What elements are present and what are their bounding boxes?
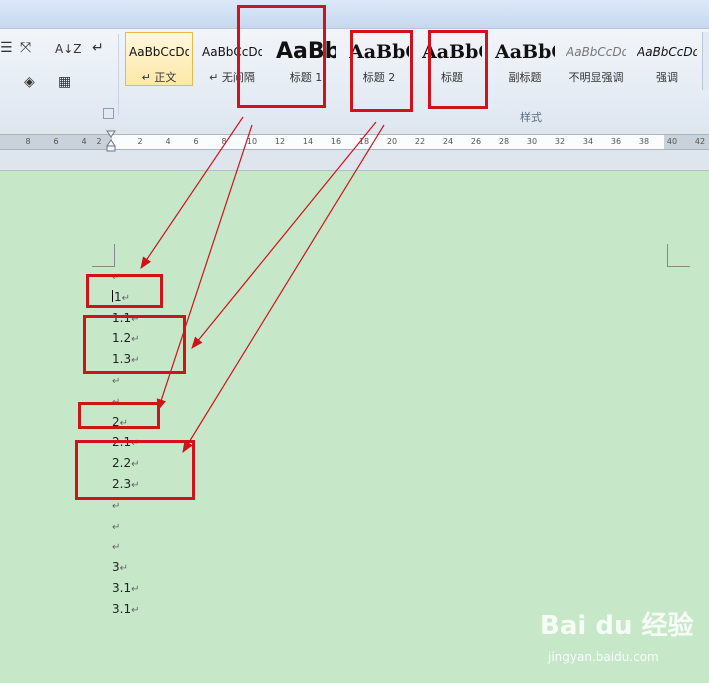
borders-icon[interactable]: ▦ (58, 74, 71, 90)
style-sample: AaBbCcDd (566, 45, 626, 59)
paragraph-mark-icon: ↵ (112, 376, 121, 387)
highlight-box-line-1 (86, 274, 163, 308)
ruler-tick-label: 30 (526, 137, 538, 146)
horizontal-ruler: 8 6 4 2 2 4 6 8 10 12 14 16 18 20 22 24 26 28 30 32 34 36 38 40… (0, 128, 709, 171)
paragraph-line[interactable]: ↵ (112, 539, 120, 553)
ruler-tick-label: 28 (498, 137, 510, 146)
ribbon-top-band (0, 0, 709, 29)
ruler-tick-label: 16 (330, 137, 342, 146)
watermark-logo: Bai du 经验 (540, 611, 694, 641)
paragraph-line[interactable]: ↵ (112, 373, 120, 387)
highlight-box-title (428, 30, 488, 109)
paragraph-line[interactable]: 3.1↵ (112, 581, 139, 595)
watermark-url: jingyan.baidu.com (548, 650, 659, 664)
ruler-tick-label: 34 (582, 137, 594, 146)
ruler-tick-label: 18 (358, 137, 370, 146)
ruler-tick-label: 20 (386, 137, 398, 146)
margin-corner-right (667, 244, 690, 267)
ruler-tick-label: 6 (53, 137, 59, 146)
paragraph-text: 3.1 (112, 601, 132, 616)
paragraph-mark-icon: ↵ (112, 542, 121, 554)
style-tile[interactable]: AaBbCcDd 不明显强调 (562, 32, 630, 86)
paragraph-line[interactable]: ↵ (112, 519, 120, 533)
style-sample: AaBbCcDd (129, 45, 189, 59)
ruler-tick-label: 36 (610, 137, 622, 146)
ruler-tick-label: 26 (470, 137, 482, 146)
ruler-tick-label: 6 (193, 137, 199, 146)
ruler-tick-label: 2 (137, 137, 143, 146)
ruler-tick-label: 24 (442, 137, 454, 146)
ruler-tick-label: 14 (302, 137, 314, 146)
ruler-tick-label: 4 (165, 137, 171, 146)
paragraph-line[interactable]: 3.1↵ (112, 602, 139, 616)
paragraph-mark-icon: ↵ (112, 500, 121, 512)
highlight-box-lines-1x (83, 315, 186, 374)
paragraph-dialog-launcher-icon[interactable] (103, 108, 114, 119)
list-icon[interactable]: ☰ (0, 40, 13, 56)
styles-group-label: 样式 (520, 111, 542, 124)
paragraph-line[interactable]: 3↵ (112, 560, 128, 574)
ruler-tick-label: 40 (666, 137, 678, 146)
asian-layout-icon[interactable]: ⤧ (20, 40, 31, 56)
style-sample: AaBbC (495, 41, 555, 63)
sort-icon[interactable]: A↓Z (55, 42, 81, 56)
margin-corner-left (92, 244, 115, 267)
ruler-tick-label: 2 (96, 137, 102, 146)
ruler-tick-label: 32 (554, 137, 566, 146)
ruler-tick-label: 10 (246, 137, 258, 146)
highlight-box-heading2 (350, 30, 413, 112)
ruler-tick-label: 8 (25, 137, 31, 146)
style-name: 强调 (656, 71, 678, 84)
paragraph-text: 3 (112, 560, 120, 575)
paragraph-mark-icon: ↵ (131, 584, 140, 595)
ruler-tick-label: 4 (81, 137, 87, 146)
ruler-tick-label: 12 (274, 137, 286, 146)
shading-icon[interactable]: ◈ (24, 74, 35, 90)
style-tile[interactable]: AaBbC 副标题 (491, 32, 559, 86)
ruler-tick-label: 8 (221, 137, 227, 146)
highlight-box-lines-2x (75, 440, 195, 500)
show-formatting-icon[interactable]: ↵ (92, 40, 104, 56)
indent-marker-icon[interactable] (106, 130, 116, 152)
group-divider (118, 34, 119, 116)
style-sample: AaBbCcDd (637, 45, 697, 59)
highlight-box-line-2 (78, 402, 160, 429)
paragraph-mark-icon: ↵ (112, 521, 121, 533)
style-tile[interactable]: AaBbCcDd ↵ 正文 (125, 32, 193, 86)
style-name: ↵ 正文 (141, 71, 177, 84)
ruler-tick-label: 38 (638, 137, 650, 146)
highlight-box-heading1 (237, 5, 326, 108)
paragraph-mark-icon: ↵ (119, 563, 129, 575)
ruler-tick-label: 22 (414, 137, 426, 146)
style-name: 副标题 (508, 71, 542, 84)
style-name: 不明显强调 (568, 71, 624, 84)
ruler-tick-label: 42 (694, 137, 706, 146)
paragraph-mark-icon: ↵ (131, 604, 140, 616)
gallery-scrollbar[interactable] (702, 32, 709, 90)
paragraph-text: 3.1 (112, 581, 132, 595)
style-tile[interactable]: AaBbCcDd 强调 (633, 32, 701, 86)
